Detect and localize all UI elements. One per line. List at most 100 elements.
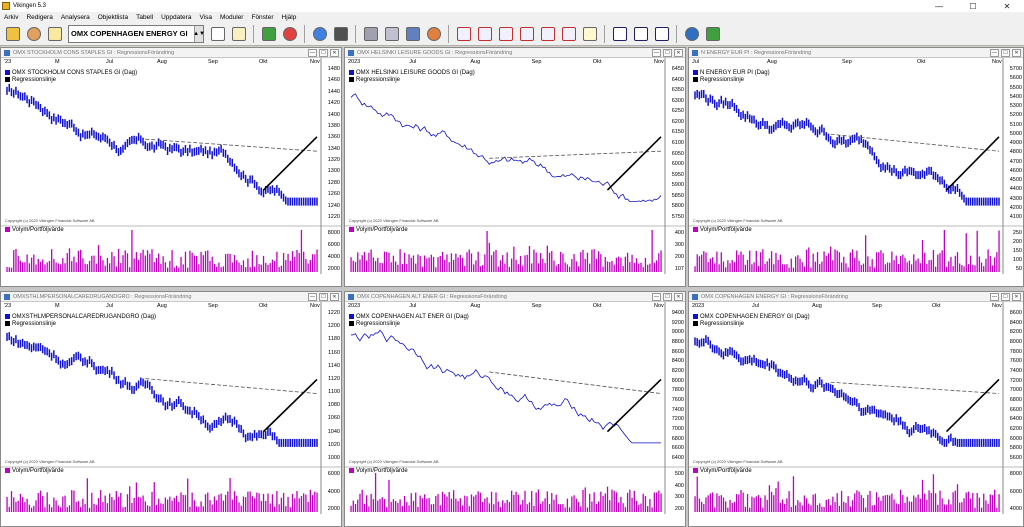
- chart-window-caption[interactable]: N ENERGY EUR PI : RegressionsFörändring —…: [689, 48, 1023, 58]
- volume-bar: [406, 502, 408, 512]
- volume-bar: [437, 494, 439, 512]
- menu-visa[interactable]: Visa: [195, 14, 216, 21]
- menu-objektlista[interactable]: Objektlista: [94, 14, 132, 21]
- column-chart-icon[interactable]: [631, 24, 650, 43]
- chart-window-caption[interactable]: OMX COPENHAGEN ALT ENER GI : Regressions…: [345, 292, 685, 302]
- minimize-button[interactable]: —: [922, 0, 956, 12]
- print-button[interactable]: [361, 24, 380, 43]
- menu-redigera[interactable]: Redigera: [22, 14, 56, 21]
- chart-minimize-button[interactable]: —: [652, 49, 661, 57]
- open-folder-button[interactable]: [3, 24, 22, 43]
- chart-minimize-button[interactable]: —: [990, 49, 999, 57]
- palette-button[interactable]: [424, 24, 443, 43]
- chart-maximize-button[interactable]: ☐: [663, 49, 672, 57]
- volume-bar: [526, 254, 528, 272]
- chart-minimize-button[interactable]: —: [652, 293, 661, 301]
- y-tick-label: 1080: [327, 402, 340, 409]
- camera-button[interactable]: [331, 24, 350, 43]
- download-icon[interactable]: [703, 24, 722, 43]
- maximize-button[interactable]: ☐: [956, 0, 990, 12]
- bar-chart-icon[interactable]: [610, 24, 629, 43]
- chart-window[interactable]: OMX HELSINKI LEISURE GOODS GI : Regressi…: [344, 47, 686, 287]
- close-button[interactable]: ✕: [990, 0, 1024, 12]
- volume-bar: [600, 254, 602, 272]
- menu-uppdatera[interactable]: Uppdatera: [157, 14, 195, 21]
- window-button-5[interactable]: [538, 24, 557, 43]
- volume-legend-label: Volym/Portföljvärde: [12, 468, 64, 475]
- chart-close-button[interactable]: ✕: [1012, 293, 1021, 301]
- menu-arkiv[interactable]: Arkiv: [0, 14, 22, 21]
- chart-close-button[interactable]: ✕: [1012, 49, 1021, 57]
- volume-legend: Volym/Portföljvärde: [5, 468, 64, 474]
- chart-window[interactable]: OMX COPENHAGEN ENERGY GI : RegressionsFö…: [688, 291, 1024, 527]
- chart-close-button[interactable]: ✕: [674, 293, 683, 301]
- heart-button[interactable]: [259, 24, 278, 43]
- price-chart[interactable]: [689, 302, 1023, 526]
- volume-bar: [978, 256, 981, 272]
- chart-close-button[interactable]: ✕: [330, 49, 339, 57]
- volume-bar: [423, 255, 426, 272]
- volume-bar: [751, 264, 753, 272]
- volume-bar: [591, 249, 593, 272]
- window-button-6[interactable]: [559, 24, 578, 43]
- chart-maximize-button[interactable]: ☐: [1001, 293, 1010, 301]
- refresh-button[interactable]: [310, 24, 329, 43]
- chart-minimize-button[interactable]: —: [308, 293, 317, 301]
- window-button-2[interactable]: [475, 24, 494, 43]
- volume-bar: [486, 230, 488, 272]
- price-chart[interactable]: [689, 58, 1023, 286]
- volume-bar: [805, 498, 808, 512]
- window-button-1[interactable]: [454, 24, 473, 43]
- chart-window[interactable]: OMX COPENHAGEN ALT ENER GI : Regressions…: [344, 291, 686, 527]
- volume-bar: [939, 490, 941, 512]
- menu-analysera[interactable]: Analysera: [57, 14, 94, 21]
- volume-bar: [733, 501, 736, 512]
- chart-window-caption[interactable]: OMX COPENHAGEN ENERGY GI : RegressionsFö…: [689, 292, 1023, 302]
- menu-fonster[interactable]: Fönster: [247, 14, 277, 21]
- chart-window[interactable]: OMXSTHLMPERSONALCAREDRUGANDGRO : Regress…: [0, 291, 342, 527]
- volume-bar: [757, 494, 760, 512]
- volume-bar: [450, 498, 453, 512]
- chart-minimize-button[interactable]: —: [308, 49, 317, 57]
- edit-button[interactable]: [580, 24, 599, 43]
- volume-bar: [829, 505, 832, 512]
- table-button[interactable]: [229, 24, 248, 43]
- price-chart[interactable]: [1, 302, 341, 526]
- menu-tabell[interactable]: Tabell: [132, 14, 157, 21]
- price-chart[interactable]: [345, 58, 685, 286]
- window-button-3[interactable]: [496, 24, 515, 43]
- volume-bar: [823, 507, 825, 512]
- document-button[interactable]: [208, 24, 227, 43]
- window-button-4[interactable]: [517, 24, 536, 43]
- volume-bar: [786, 498, 788, 512]
- chart-window-caption[interactable]: OMXSTHLMPERSONALCAREDRUGANDGRO : Regress…: [1, 292, 341, 302]
- print-preview-button[interactable]: [382, 24, 401, 43]
- chart-close-button[interactable]: ✕: [330, 293, 339, 301]
- chart-window-caption[interactable]: OMX STOCKHOLM CONS STAPLES GI : Regressi…: [1, 48, 341, 58]
- volume-bar: [486, 497, 488, 512]
- delete-button[interactable]: [280, 24, 299, 43]
- chart-minimize-button[interactable]: —: [990, 293, 999, 301]
- globe-icon[interactable]: [682, 24, 701, 43]
- price-chart[interactable]: [345, 302, 685, 526]
- chart-window-caption[interactable]: OMX HELSINKI LEISURE GOODS GI : Regressi…: [345, 48, 685, 58]
- chart-close-button[interactable]: ✕: [674, 49, 683, 57]
- price-chart[interactable]: [1, 58, 341, 286]
- volume-bar: [886, 262, 889, 272]
- save-button[interactable]: [403, 24, 422, 43]
- chart-window[interactable]: OMX STOCKHOLM CONS STAPLES GI : Regressi…: [0, 47, 342, 287]
- menu-moduler[interactable]: Moduler: [216, 14, 247, 21]
- chart-window[interactable]: N ENERGY EUR PI : RegressionsFörändring —…: [688, 47, 1024, 287]
- chart-maximize-button[interactable]: ☐: [319, 49, 328, 57]
- chart-maximize-button[interactable]: ☐: [663, 293, 672, 301]
- object-select[interactable]: OMX COPENHAGEN ENERGY GI ▲▼: [68, 24, 205, 43]
- volume-bar: [162, 256, 164, 272]
- volume-bar: [271, 494, 274, 512]
- chart-maximize-button[interactable]: ☐: [1001, 49, 1010, 57]
- chevron-down-icon[interactable]: ▲▼: [193, 25, 205, 42]
- line-chart-icon[interactable]: [652, 24, 671, 43]
- user-button[interactable]: [24, 24, 43, 43]
- chart-maximize-button[interactable]: ☐: [319, 293, 328, 301]
- menu-hjalp[interactable]: Hjälp: [278, 14, 301, 21]
- portfolio-button[interactable]: [45, 24, 64, 43]
